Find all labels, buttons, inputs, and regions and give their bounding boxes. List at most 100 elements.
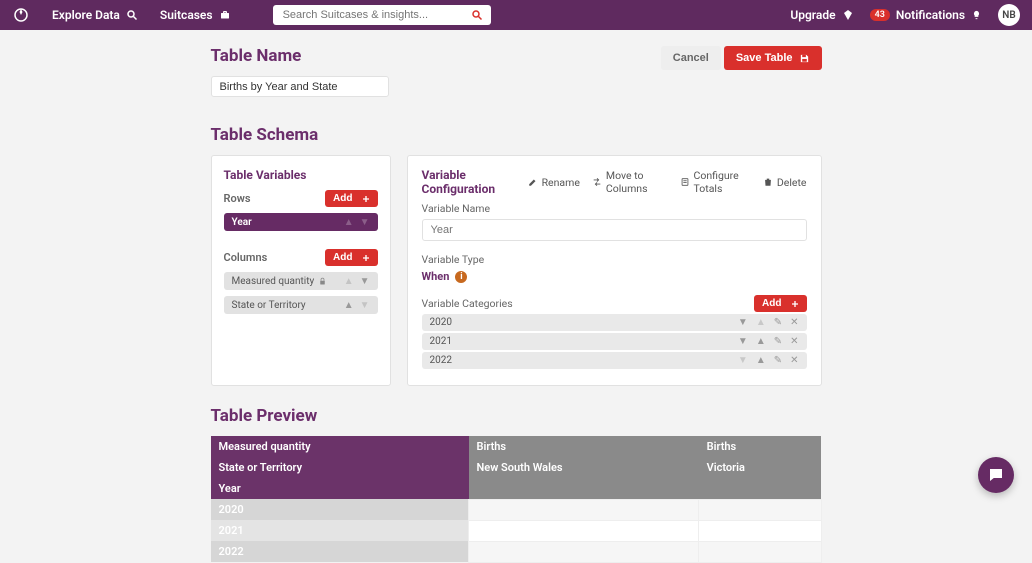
reorder-controls: ▲ ▼ <box>344 276 370 287</box>
search-submit-icon[interactable] <box>471 9 483 21</box>
variable-name-input[interactable] <box>422 219 807 241</box>
row-variable-year-label: Year <box>232 217 252 228</box>
preview-header-blank-2 <box>699 478 821 499</box>
nav-notifications[interactable]: 43 Notifications <box>870 8 982 22</box>
nav-suitcases-label: Suitcases <box>160 8 213 22</box>
nav-notifications-label: Notifications <box>896 8 965 22</box>
col-variable-state[interactable]: State or Territory ▲ ▼ <box>224 296 378 314</box>
preview-table: Measured quantity Births Births State or… <box>211 436 822 563</box>
move-down-icon[interactable]: ▼ <box>360 276 370 287</box>
category-chip-2020[interactable]: 2020 ▼ ▲ ✎ ✕ <box>422 314 807 331</box>
configure-totals-action[interactable]: Configure Totals <box>680 169 751 195</box>
preview-header-births-1: Births <box>469 436 699 457</box>
edit-category-icon[interactable]: ✎ <box>774 355 782 366</box>
preview-cell <box>469 499 699 520</box>
variable-config-panel: Variable Configuration Rename Move to Co… <box>407 155 822 386</box>
add-category-label: Add <box>762 298 781 309</box>
remove-category-icon[interactable]: ✕ <box>790 355 798 366</box>
col-variable-state-label: State or Territory <box>232 300 306 311</box>
variable-config-title: Variable Configuration <box>422 168 528 196</box>
avatar-initials: NB <box>1002 10 1015 21</box>
plus-icon <box>362 195 370 203</box>
reorder-controls: ▲ ▼ <box>344 217 370 228</box>
delete-variable-action[interactable]: Delete <box>763 176 807 189</box>
preview-header-state: State or Territory <box>211 457 469 478</box>
variable-type-value: When i <box>422 270 807 283</box>
move-columns-label: Move to Columns <box>606 169 668 195</box>
trash-icon <box>763 177 773 187</box>
col-variable-measured-quantity[interactable]: Measured quantity ▲ ▼ <box>224 272 378 290</box>
nav-explore-data[interactable]: Explore Data <box>52 8 138 22</box>
move-up-icon[interactable]: ▲ <box>344 217 354 228</box>
move-up-icon[interactable]: ▲ <box>756 317 766 328</box>
row-variable-year[interactable]: Year ▲ ▼ <box>224 213 378 231</box>
category-label: 2022 <box>430 355 452 366</box>
preview-cell <box>469 541 699 562</box>
preview-header-mq: Measured quantity <box>211 436 469 457</box>
category-chip-2022[interactable]: 2022 ▼ ▲ ✎ ✕ <box>422 352 807 369</box>
lock-icon <box>318 277 327 286</box>
move-down-icon[interactable]: ▼ <box>738 355 748 366</box>
preview-header-year: Year <box>211 478 469 499</box>
rename-variable-action[interactable]: Rename <box>528 176 580 189</box>
edit-category-icon[interactable]: ✎ <box>774 336 782 347</box>
move-up-icon[interactable]: ▲ <box>344 276 354 287</box>
move-down-icon[interactable]: ▼ <box>738 336 748 347</box>
global-search-input[interactable] <box>281 8 471 22</box>
add-column-variable-button[interactable]: Add <box>325 249 377 266</box>
move-up-icon[interactable]: ▲ <box>344 300 354 311</box>
preview-cell <box>469 520 699 541</box>
user-avatar[interactable]: NB <box>998 4 1020 26</box>
col-variable-mq-label: Measured quantity <box>232 276 315 287</box>
app-logo-icon <box>12 6 30 24</box>
table-name-input[interactable] <box>211 76 389 97</box>
nav-suitcases[interactable]: Suitcases <box>160 8 231 22</box>
move-down-icon[interactable]: ▼ <box>360 300 370 311</box>
remove-category-icon[interactable]: ✕ <box>790 336 798 347</box>
top-nav: Explore Data Suitcases <box>0 0 1032 30</box>
global-search[interactable] <box>273 5 491 25</box>
category-label: 2021 <box>430 336 452 347</box>
add-col-label: Add <box>333 252 352 263</box>
preview-row-2022: 2022 <box>211 541 469 562</box>
add-row-label: Add <box>333 193 352 204</box>
cancel-button[interactable]: Cancel <box>661 46 721 70</box>
add-row-variable-button[interactable]: Add <box>325 190 377 207</box>
save-icon <box>799 53 810 64</box>
variable-type-when: When <box>422 270 450 283</box>
move-down-icon[interactable]: ▼ <box>738 317 748 328</box>
add-category-button[interactable]: Add <box>754 295 806 312</box>
columns-label: Columns <box>224 251 268 264</box>
nav-explore-label: Explore Data <box>52 8 120 22</box>
preview-header-vic: Victoria <box>699 457 821 478</box>
remove-category-icon[interactable]: ✕ <box>790 317 798 328</box>
save-table-button[interactable]: Save Table <box>724 46 822 70</box>
preview-header-nsw: New South Wales <box>469 457 699 478</box>
category-chip-2021[interactable]: 2021 ▼ ▲ ✎ ✕ <box>422 333 807 350</box>
move-up-icon[interactable]: ▲ <box>756 336 766 347</box>
move-down-icon[interactable]: ▼ <box>360 217 370 228</box>
diamond-icon <box>842 9 854 21</box>
totals-icon <box>680 177 690 187</box>
move-columns-action[interactable]: Move to Columns <box>592 169 668 195</box>
variable-type-label: Variable Type <box>422 253 807 266</box>
cancel-label: Cancel <box>673 52 709 64</box>
delete-label: Delete <box>777 176 807 189</box>
configure-totals-label: Configure Totals <box>694 169 751 195</box>
edit-icon <box>528 177 538 187</box>
variable-name-label: Variable Name <box>422 202 807 215</box>
table-name-heading: Table Name <box>211 46 302 66</box>
edit-category-icon[interactable]: ✎ <box>774 317 782 328</box>
table-variables-title: Table Variables <box>224 168 378 182</box>
reorder-controls: ▲ ▼ <box>344 300 370 311</box>
chat-fab[interactable] <box>978 457 1014 493</box>
move-up-icon[interactable]: ▲ <box>756 355 766 366</box>
notification-count-badge: 43 <box>870 9 890 21</box>
info-icon[interactable]: i <box>455 271 467 283</box>
preview-header-births-2: Births <box>699 436 821 457</box>
preview-cell <box>699 520 821 541</box>
search-icon <box>126 9 138 21</box>
swap-icon <box>592 177 602 187</box>
preview-row-2021: 2021 <box>211 520 469 541</box>
nav-upgrade[interactable]: Upgrade <box>790 8 853 22</box>
